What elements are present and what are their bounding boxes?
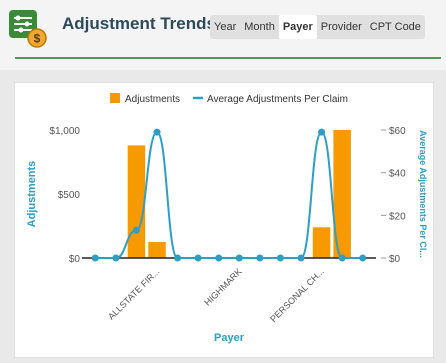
grouping-tabs: Year Month Payer Provider CPT Code [210,15,425,39]
average-point [112,254,120,262]
legend-average-label: Average Adjustments Per Claim [207,94,348,105]
bar [312,227,331,258]
y2-tick-label: $60 [389,126,406,137]
legend-adjustments-label: Adjustments [125,94,180,105]
y-tick-label: $1,000 [49,126,80,137]
average-point [174,254,182,262]
x-tick-label: PERSONAL CH... [268,266,326,324]
average-point [338,254,346,262]
x-tick-label: ALLSTATE FIR... [106,266,161,321]
legend-adjustments-swatch [110,93,120,103]
adjustments-logo-icon: $ [9,10,47,48]
y-tick-label: $0 [69,254,81,265]
average-point [215,254,223,262]
average-point [276,254,284,262]
tab-payer[interactable]: Payer [278,15,317,39]
page-title: Adjustment Trends [62,14,216,33]
x-tick-label: HIGHMARK [202,266,243,307]
average-point [235,254,243,262]
y-axis-title: Adjustments [26,161,38,228]
average-point [318,128,326,136]
average-point [297,254,305,262]
adjustment-trends-chart: Adjustments Average Adjustments Per Claim… [26,93,428,344]
y2-tick-label: $0 [389,254,401,265]
header-divider [15,57,441,59]
y2-tick-label: $20 [389,211,406,222]
bar [148,242,166,258]
header: $ Adjustment Trends Year Month Payer Pro… [0,0,446,70]
x-axis-title: Payer [214,332,245,344]
bar [127,145,146,258]
y2-tick-label: $40 [389,169,406,180]
average-point [132,226,140,234]
average-point [194,254,202,262]
average-point [359,254,367,262]
tab-cpt-code[interactable]: CPT Code [366,15,425,39]
svg-text:$: $ [34,32,41,46]
average-point [153,128,161,136]
tab-month[interactable]: Month [240,15,279,39]
y-tick-label: $500 [58,190,81,201]
tab-provider[interactable]: Provider [317,15,366,39]
y2-axis-title: Average Adjustments Per Cl... [418,130,428,258]
tab-year[interactable]: Year [210,15,240,39]
average-point [91,254,99,262]
chart-card: Adjustments Average Adjustments Per Claim… [14,82,434,358]
average-point [256,254,264,262]
